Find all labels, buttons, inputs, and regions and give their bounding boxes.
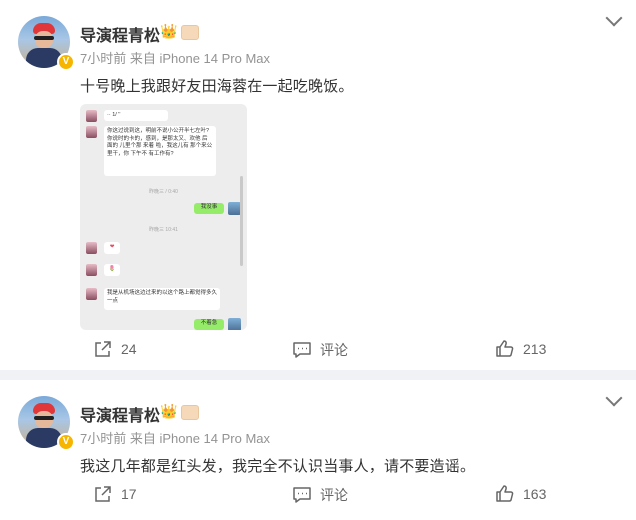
verified-icon: V	[57, 53, 75, 71]
chevron-down-icon[interactable]	[605, 389, 623, 407]
chat-screenshot-image[interactable]: ·· 1/ '' 你这过说到这，明前不说小公开半七左叶? 你说时的卡的，感到，是…	[80, 104, 247, 330]
comment-button[interactable]: 评论	[292, 485, 348, 505]
comment-label: 评论	[320, 487, 348, 503]
author-name[interactable]: 导演程青松	[80, 402, 160, 426]
weibo-post: V 导演程青松 👑 7小时前 来自 iPhone 14 Pro Max 我这几年…	[0, 380, 636, 520]
chevron-down-icon[interactable]	[605, 9, 623, 27]
scrollbar	[240, 176, 243, 266]
chat-emoji: 🌷	[104, 264, 120, 276]
post-text: 十号晚上我跟好友田海蓉在一起吃晚饭。	[80, 78, 354, 95]
repost-button[interactable]: 24	[93, 340, 137, 358]
chat-message: 你这过说到这，明前不说小公开半七左叶? 你说时的卡的，感到，是那太又、欢他 后面…	[104, 126, 216, 176]
chat-emoji: ❤	[104, 242, 120, 254]
repost-icon	[95, 341, 111, 357]
repost-icon	[95, 486, 111, 502]
like-button[interactable]: 213	[495, 340, 546, 358]
member-badge-icon[interactable]	[181, 405, 199, 420]
like-count: 213	[523, 341, 547, 357]
contact-avatar	[86, 126, 97, 138]
post-meta: 7小时前 来自 iPhone 14 Pro Max	[80, 51, 271, 66]
chat-message: ·· 1/ ''	[104, 110, 168, 121]
post-text: 我这几年都是红头发，我完全不认识当事人，请不要造谣。	[80, 458, 476, 475]
crown-badge-icon[interactable]: 👑	[160, 23, 177, 40]
author-name[interactable]: 导演程青松	[80, 22, 160, 46]
repost-count: 17	[121, 486, 137, 502]
comment-icon	[293, 342, 311, 358]
contact-avatar	[86, 288, 97, 300]
verified-icon: V	[57, 433, 75, 451]
chat-message: 我是从机场这边过来的以这个路上都觉得多久一点	[104, 288, 220, 310]
contact-avatar	[86, 264, 97, 276]
post-meta: 7小时前 来自 iPhone 14 Pro Max	[80, 431, 271, 446]
comment-label: 评论	[320, 342, 348, 358]
chat-time: 昨晚三 / 0:40	[149, 189, 178, 195]
crown-badge-icon[interactable]: 👑	[160, 403, 177, 420]
chat-reply: 我没事	[194, 203, 224, 214]
comment-icon	[293, 487, 311, 503]
member-badge-icon[interactable]	[181, 25, 199, 40]
like-icon	[496, 340, 514, 357]
like-count: 163	[523, 486, 547, 502]
weibo-post: V 导演程青松 👑 7小时前 来自 iPhone 14 Pro Max 十号晚上…	[0, 0, 636, 370]
contact-avatar	[86, 242, 97, 254]
repost-button[interactable]: 17	[93, 485, 137, 503]
like-button[interactable]: 163	[495, 485, 546, 503]
user-avatar	[228, 318, 241, 330]
chat-reply: 不着急	[194, 319, 224, 330]
chat-time: 昨晚三 10:41	[149, 227, 178, 233]
contact-avatar	[86, 110, 97, 122]
like-icon	[496, 485, 514, 502]
repost-count: 24	[121, 341, 137, 357]
comment-button[interactable]: 评论	[292, 340, 348, 360]
